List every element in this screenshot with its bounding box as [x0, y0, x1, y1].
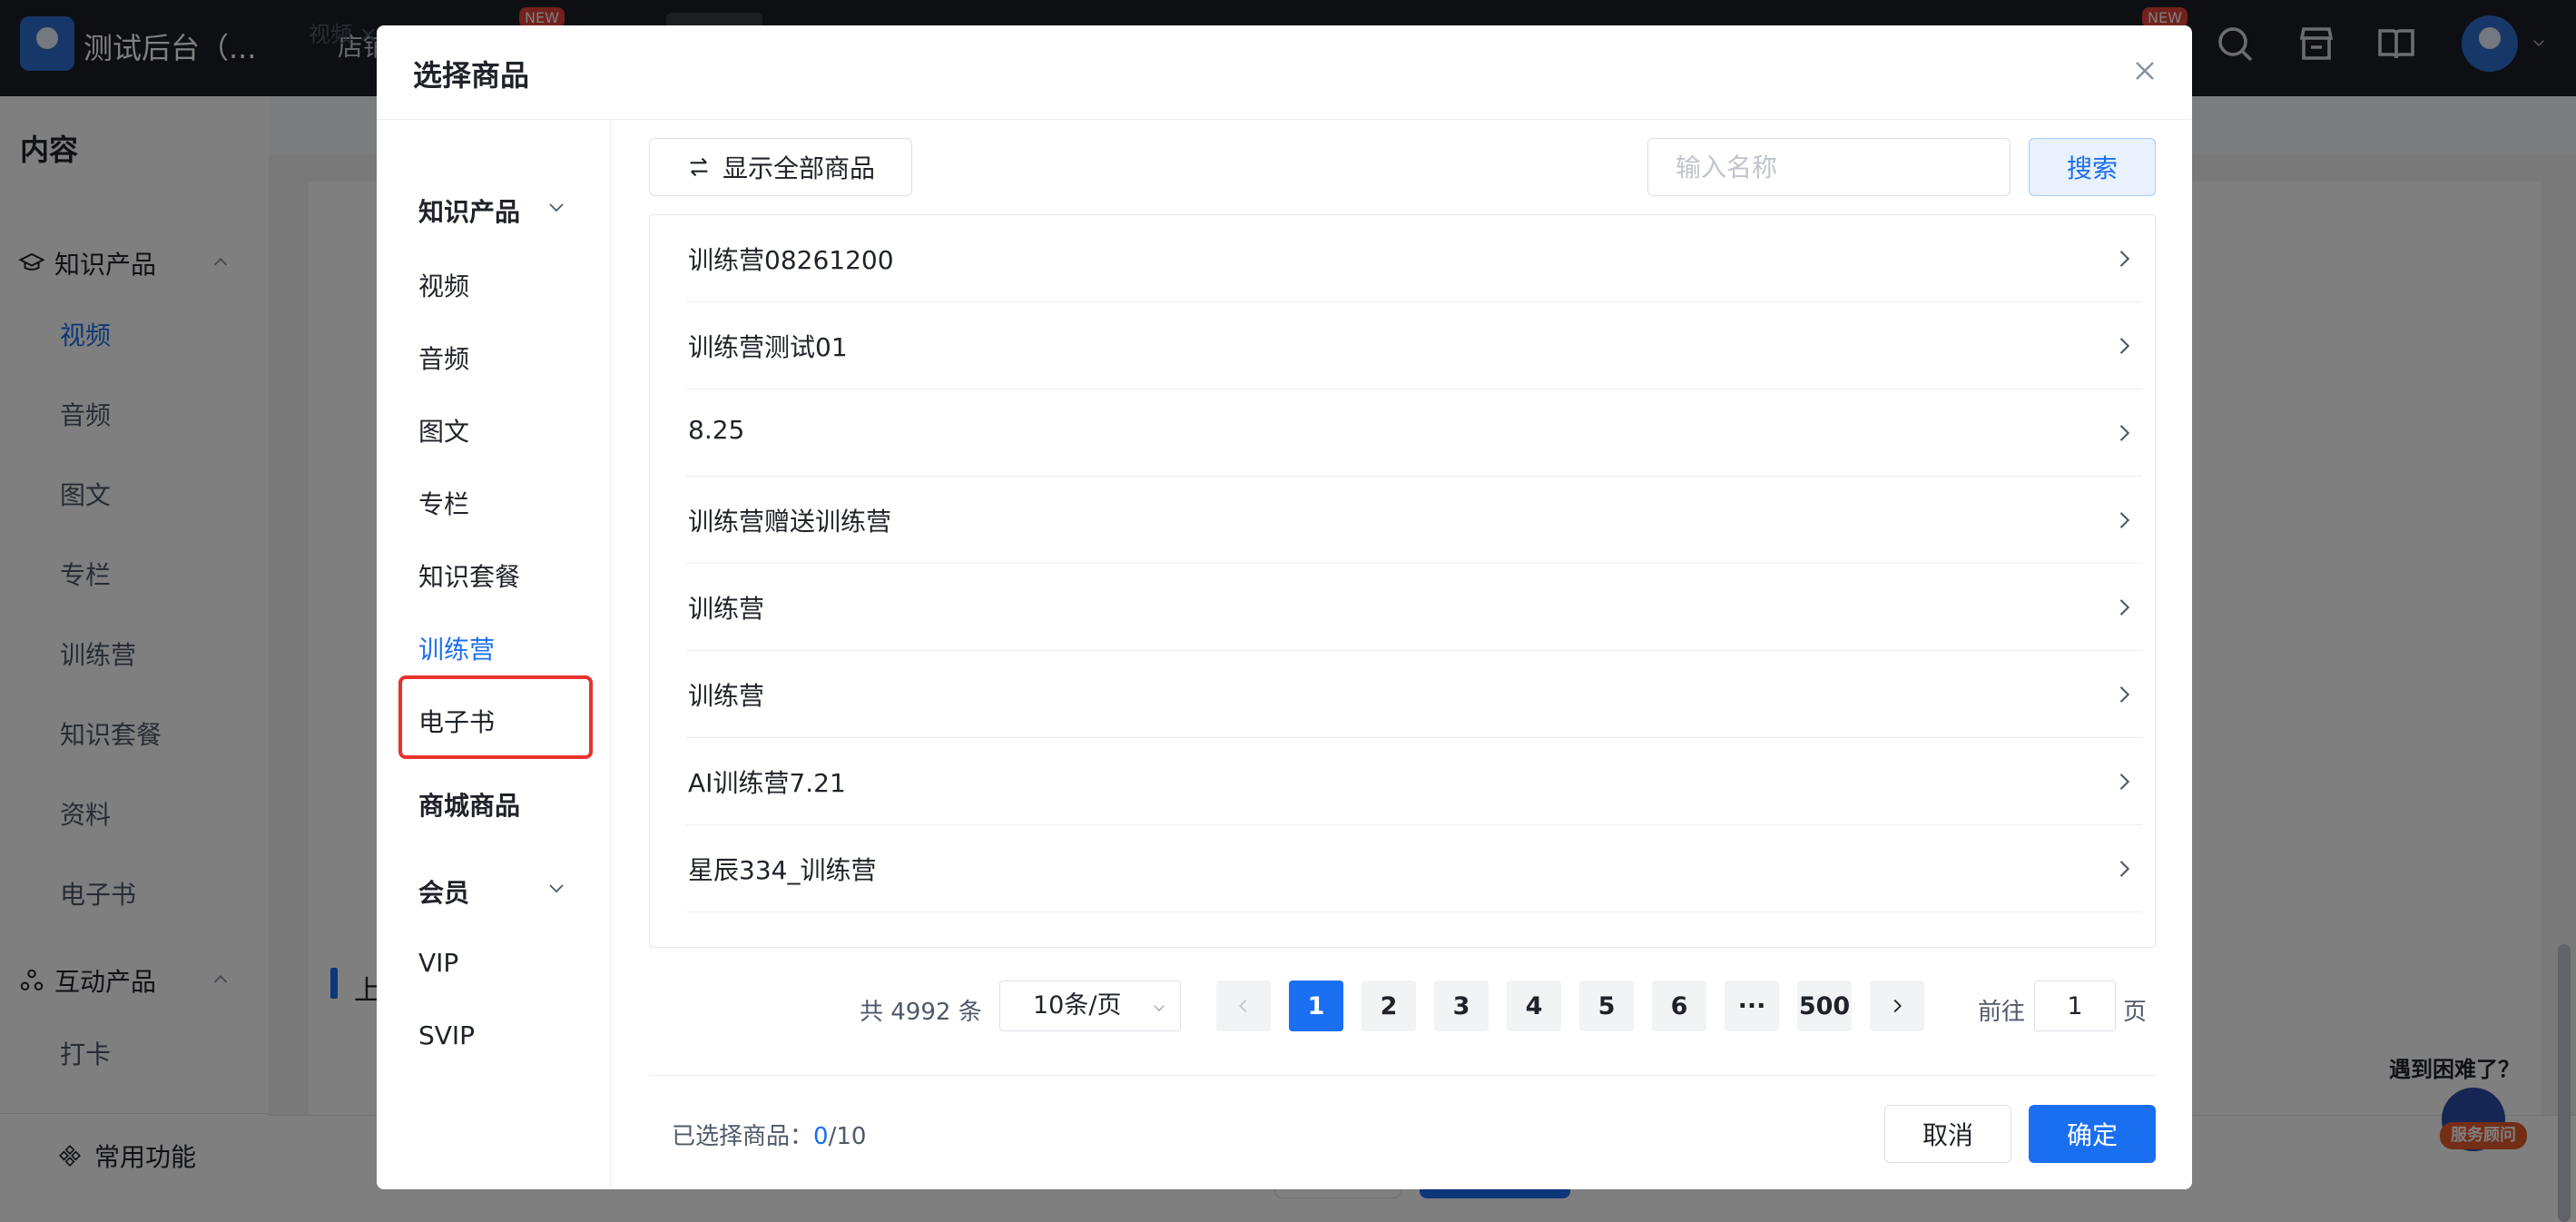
list-item-title: 训练营测试01 — [688, 332, 848, 362]
next-page-button[interactable] — [1870, 981, 1924, 1031]
list-item-title: 训练营08261200 — [688, 245, 894, 275]
category-group-member[interactable]: 会员 — [418, 873, 469, 910]
category-item-video[interactable]: 视频 — [418, 267, 469, 303]
chevron-left-icon — [1239, 999, 1247, 1013]
list-item-title: 训练营 — [688, 681, 765, 711]
select-product-modal: 选择商品 知识产品 视频 音频 图文 专栏 知识套餐 训练营 电子书 商城商品 … — [377, 25, 2192, 1189]
goto-page-input[interactable] — [2034, 981, 2116, 1031]
confirm-button[interactable]: 确定 — [2029, 1105, 2156, 1163]
selected-summary: 已选择商品：0/10 — [672, 1118, 866, 1151]
list-item[interactable]: 训练营赠送训练营 — [686, 477, 2142, 564]
goto-label: 前往 — [1978, 999, 2026, 1026]
page-size-value: 10条/页 — [1033, 991, 1122, 1020]
category-group-knowledge[interactable]: 知识产品 — [418, 192, 520, 229]
modal-title: 选择商品 — [413, 58, 530, 93]
list-item[interactable]: 星辰334_训练营 — [686, 825, 2142, 912]
chevron-right-icon — [2119, 338, 2130, 354]
chevron-down-icon[interactable] — [546, 877, 567, 899]
list-item[interactable]: 训练营08261200 — [686, 215, 2142, 302]
pagination: 共 4992 条 10条/页 1 2 3 4 5 6 ··· 500 前往 页 — [377, 981, 2192, 1035]
chevron-right-icon — [2119, 425, 2130, 441]
page-button-6[interactable]: 6 — [1652, 981, 1706, 1031]
product-list: 训练营08261200 训练营测试01 8.25 训练营赠送训练营 训练营 训练… — [649, 214, 2156, 948]
page-button-5[interactable]: 5 — [1579, 981, 1634, 1031]
modal-header: 选择商品 — [377, 25, 2192, 120]
search-button[interactable]: 搜索 — [2029, 138, 2156, 196]
prev-page-button[interactable] — [1216, 981, 1271, 1031]
list-item-title: 训练营赠送训练营 — [688, 507, 892, 537]
page-button-last[interactable]: 500 — [1797, 981, 1852, 1031]
page-ellipsis-button[interactable]: ··· — [1725, 981, 1779, 1031]
list-item-title: AI训练营7.21 — [688, 768, 846, 798]
selected-max: /10 — [828, 1123, 867, 1150]
show-all-label: 显示全部商品 — [722, 153, 875, 183]
page-button-2[interactable]: 2 — [1362, 981, 1416, 1031]
swap-icon — [690, 157, 708, 177]
category-item-ebook[interactable]: 电子书 — [418, 703, 495, 739]
category-item-column[interactable]: 专栏 — [418, 485, 469, 521]
page-button-4[interactable]: 4 — [1507, 981, 1561, 1031]
close-icon[interactable] — [2129, 54, 2161, 87]
list-item-title: 训练营 — [688, 594, 765, 624]
category-item-package[interactable]: 知识套餐 — [418, 557, 520, 594]
chevron-right-icon — [2119, 599, 2130, 616]
list-item[interactable]: AI训练营7.21 — [686, 738, 2142, 825]
chevron-right-icon — [1893, 999, 1902, 1013]
footer-divider — [649, 1075, 2156, 1076]
list-item[interactable]: 训练营 — [686, 564, 2142, 651]
chevron-down-icon — [1154, 1005, 1165, 1012]
category-group-mall[interactable]: 商城商品 — [418, 786, 520, 823]
page-size-select[interactable]: 10条/页 — [999, 981, 1181, 1031]
category-item-vip[interactable]: VIP — [418, 948, 458, 978]
list-item[interactable]: 训练营 — [686, 651, 2142, 738]
total-count: 共 4992 条 — [860, 999, 982, 1026]
chevron-right-icon — [2119, 774, 2130, 790]
chevron-right-icon — [2119, 861, 2130, 877]
chevron-right-icon — [2119, 686, 2130, 703]
category-item-article[interactable]: 图文 — [418, 412, 469, 448]
selected-label: 已选择商品： — [672, 1123, 814, 1150]
chevron-down-icon[interactable] — [546, 196, 567, 218]
goto-unit: 页 — [2123, 999, 2148, 1026]
page-button-1[interactable]: 1 — [1289, 981, 1343, 1031]
list-item-title: 星辰334_训练营 — [688, 855, 877, 885]
list-item-title: 8.25 — [688, 415, 745, 445]
show-all-products-button[interactable]: 显示全部商品 — [649, 138, 912, 196]
category-item-audio[interactable]: 音频 — [418, 340, 469, 376]
chevron-right-icon — [2119, 512, 2130, 528]
category-item-camp[interactable]: 训练营 — [418, 630, 495, 666]
chevron-right-icon — [2119, 251, 2130, 267]
selected-count: 0 — [813, 1123, 829, 1150]
page-button-3[interactable]: 3 — [1434, 981, 1489, 1031]
list-item[interactable]: 训练营测试01 — [686, 302, 2142, 389]
cancel-button[interactable]: 取消 — [1884, 1105, 2011, 1163]
search-input[interactable] — [1647, 138, 2011, 196]
list-item[interactable]: 8.25 — [686, 389, 2142, 477]
